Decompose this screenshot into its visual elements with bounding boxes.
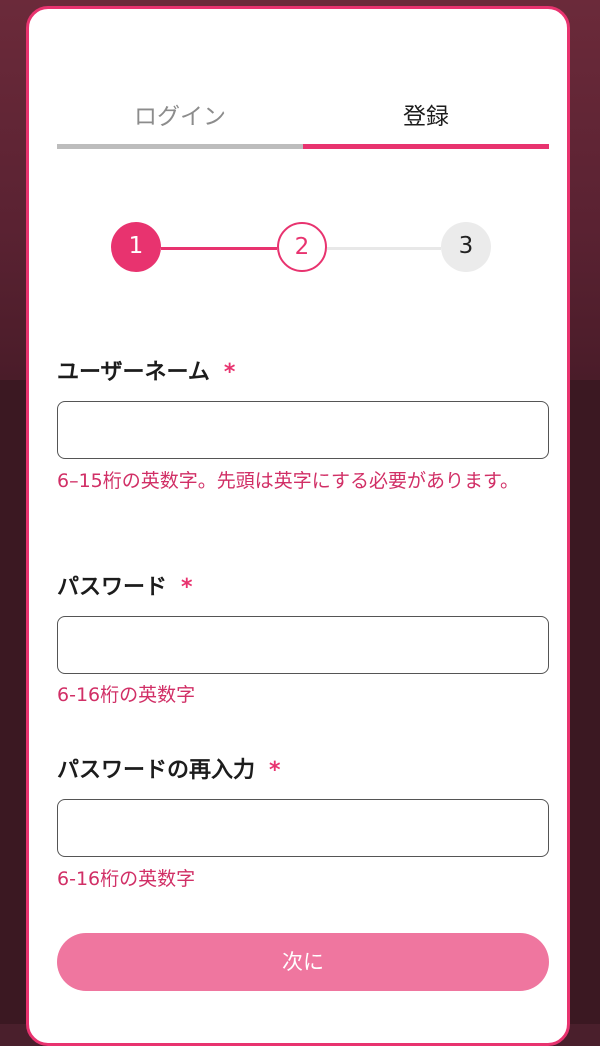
password-confirm-label-text: パスワードの再入力	[57, 758, 256, 783]
username-hint: 6–15桁の英数字。先頭は英字にする必要があります。	[57, 470, 520, 492]
step-2: 2	[277, 222, 327, 272]
password-confirm-hint: 6-16桁の英数字	[57, 868, 196, 890]
step-1: 1	[111, 222, 161, 272]
password-label-text: パスワード	[57, 575, 168, 600]
auth-tabs: ログイン 登録	[57, 97, 549, 149]
required-mark: *	[269, 758, 281, 783]
step-3: 3	[441, 222, 491, 272]
step-connector-2	[327, 247, 441, 250]
username-label-text: ユーザーネーム	[57, 360, 210, 385]
next-button[interactable]: 次に	[57, 933, 549, 991]
password-confirm-input[interactable]	[57, 799, 549, 857]
username-label: ユーザーネーム *	[57, 354, 235, 386]
tab-register[interactable]: 登録	[303, 97, 549, 149]
required-mark: *	[223, 360, 236, 385]
password-input[interactable]	[57, 616, 549, 674]
password-label: パスワード *	[57, 569, 193, 601]
tab-login[interactable]: ログイン	[57, 97, 303, 149]
required-mark: *	[181, 575, 193, 600]
step-indicator: 1 2 3	[111, 222, 491, 274]
password-hint: 6-16桁の英数字	[57, 684, 196, 706]
step-connector-1	[161, 247, 277, 250]
password-confirm-label: パスワードの再入力 *	[57, 752, 281, 784]
username-input[interactable]	[57, 401, 549, 459]
register-card: ログイン 登録 1 2 3 ユーザーネーム * 6–15桁の英数字。先頭は英字にす…	[26, 6, 570, 1046]
